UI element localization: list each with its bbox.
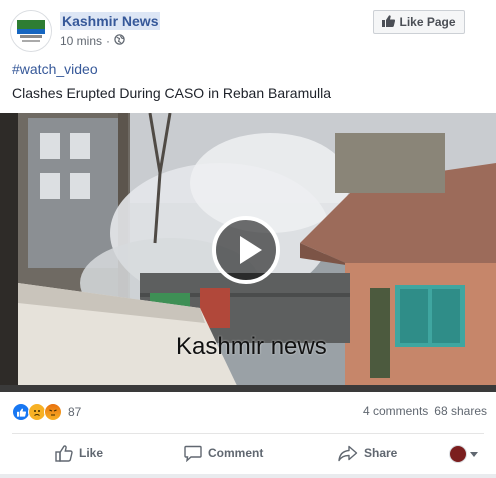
- share-button[interactable]: Share: [338, 437, 397, 469]
- reaction-count: 87: [68, 405, 82, 419]
- page-avatar[interactable]: [10, 10, 52, 52]
- post-card: Kashmir News 10 mins · Like Page #watch_…: [0, 0, 496, 478]
- globe-icon: [114, 34, 125, 48]
- angry-reaction-icon: [44, 403, 62, 421]
- share-label: Share: [364, 446, 398, 460]
- like-page-label: Like Page: [399, 15, 456, 29]
- reactions-summary[interactable]: 87: [12, 403, 81, 421]
- comments-count-link[interactable]: 4 comments: [363, 404, 428, 418]
- meta-separator: ·: [106, 34, 111, 48]
- acting-as-selector[interactable]: [449, 445, 478, 463]
- like-label: Like: [79, 446, 104, 460]
- divider: [12, 433, 484, 434]
- card-bottom-border: [0, 474, 496, 478]
- comment-button[interactable]: Comment: [184, 437, 263, 469]
- chevron-down-icon: [470, 451, 478, 457]
- engagement-stats: 4 comments 68 shares: [363, 404, 487, 418]
- action-bar: Like Comment Share: [0, 437, 496, 469]
- profile-avatar-icon: [449, 445, 467, 463]
- video-watermark: Kashmir news: [176, 333, 327, 360]
- post-caption: Clashes Erupted During CASO in Reban Bar…: [12, 85, 332, 101]
- thumbs-up-icon: [55, 444, 73, 462]
- video-player[interactable]: Kashmir news: [0, 113, 496, 392]
- comment-label: Comment: [208, 446, 264, 460]
- hashtag-link[interactable]: #watch_video: [12, 61, 98, 77]
- thumbs-up-icon: [382, 14, 396, 30]
- shares-count-link[interactable]: 68 shares: [434, 404, 487, 418]
- comment-icon: [184, 445, 202, 462]
- play-icon[interactable]: [212, 216, 280, 284]
- like-button[interactable]: Like: [55, 437, 103, 469]
- share-icon: [338, 445, 358, 462]
- post-meta: 10 mins ·: [60, 34, 125, 48]
- post-time[interactable]: 10 mins: [60, 34, 102, 48]
- page-name-link[interactable]: Kashmir News: [60, 12, 161, 30]
- like-page-button[interactable]: Like Page: [373, 10, 465, 34]
